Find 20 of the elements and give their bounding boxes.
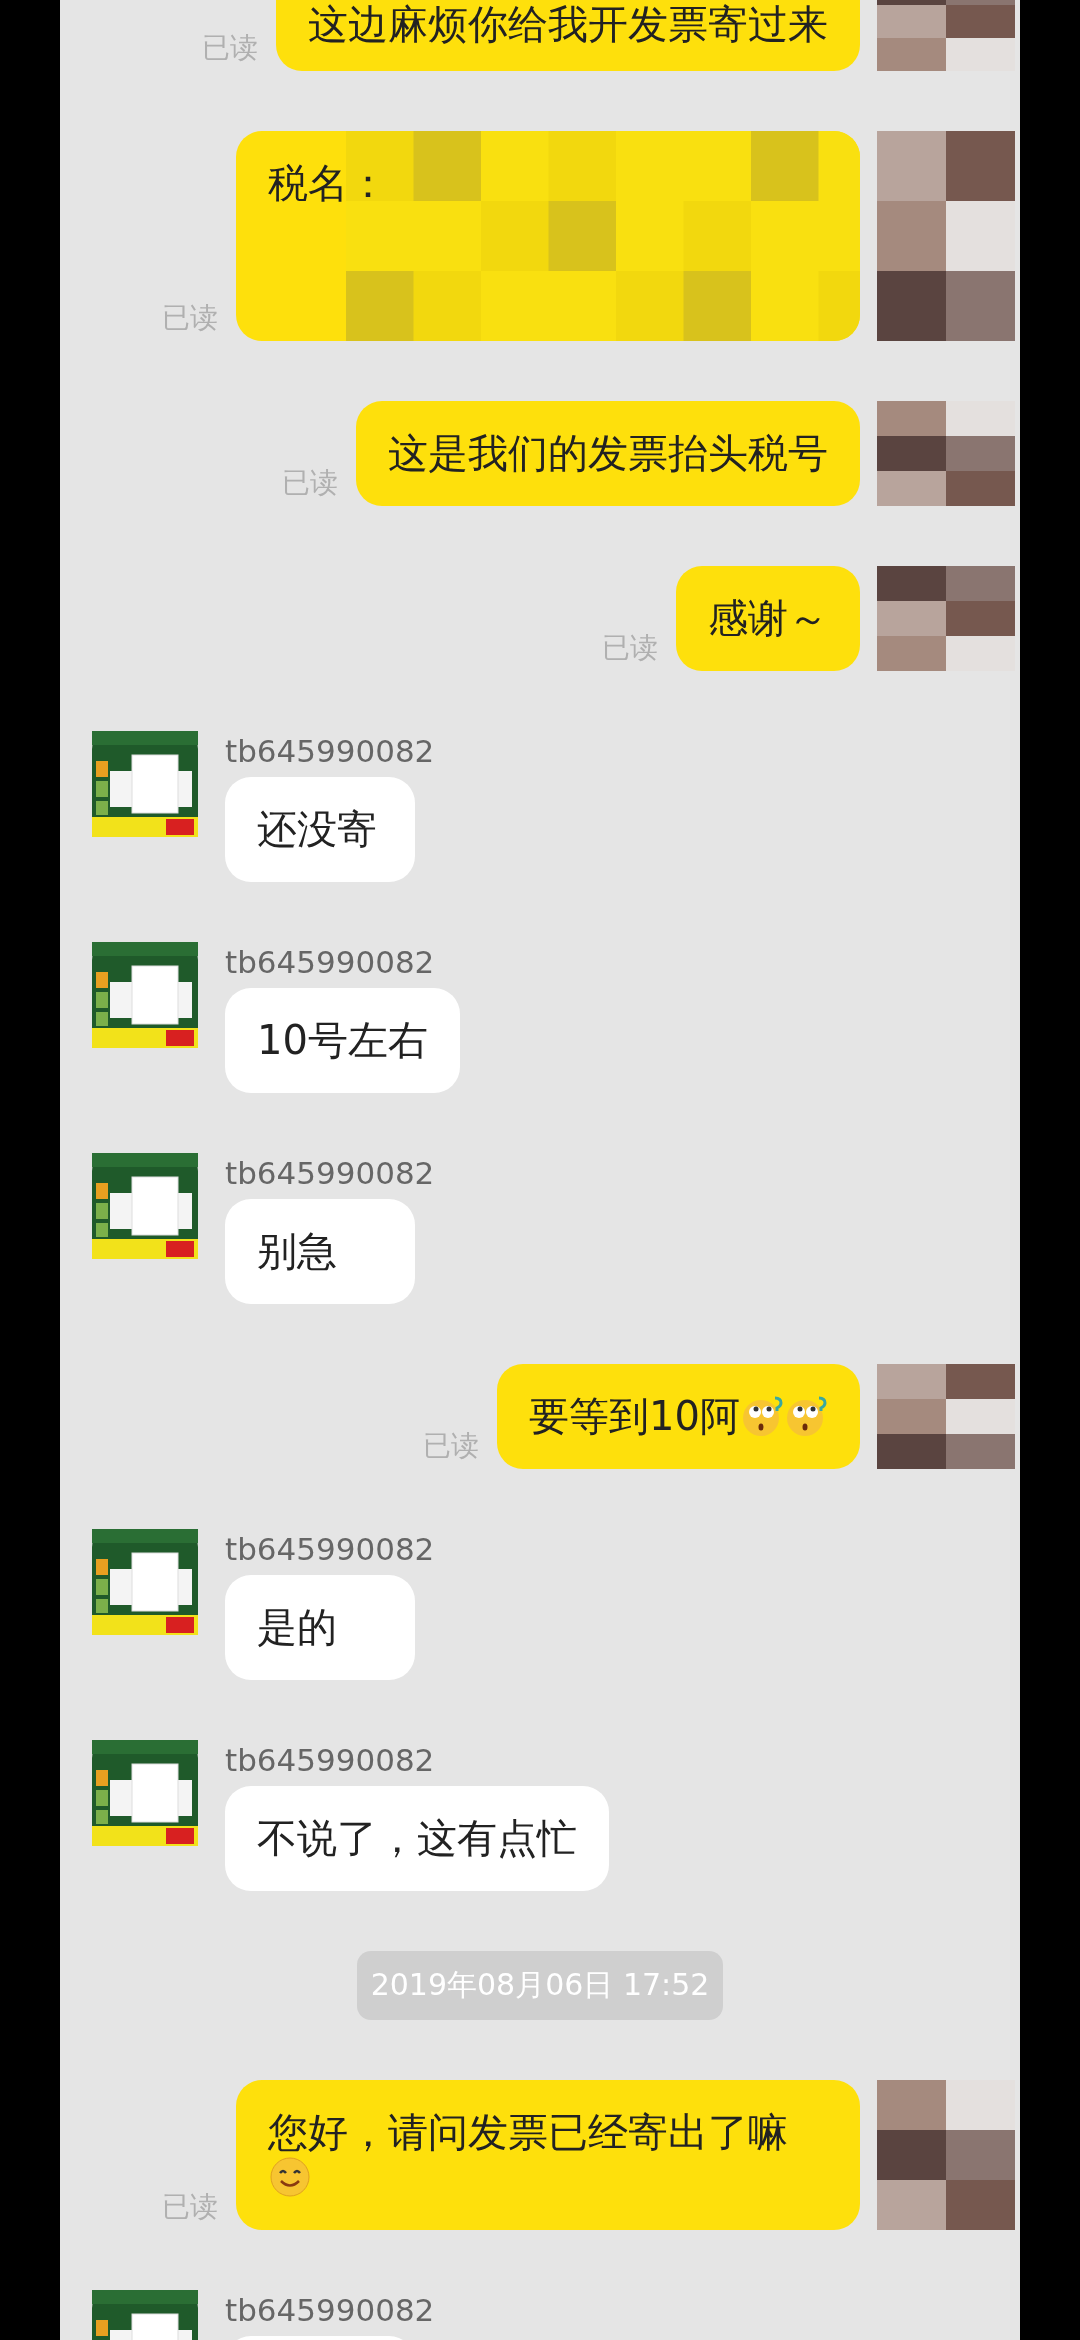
puzzled-face-icon (784, 1394, 828, 1438)
puzzled-face-icon (740, 1394, 784, 1438)
message-text: 这边麻烦你给我开发票寄过来 (308, 2, 828, 47)
message-text: 感谢～ (708, 596, 828, 641)
sender-name: tb645990082 (225, 1741, 435, 1780)
message-text: 要等到10阿 (529, 1394, 828, 1439)
message-text: 您好，请问发票已经寄出了嘛 (268, 2110, 828, 2200)
smiley-icon (268, 2155, 312, 2199)
message-text: 别急 (257, 1229, 338, 1274)
message-text: 是的 (257, 1605, 338, 1650)
sender-name: tb645990082 (225, 943, 435, 982)
message-text: 这是我们的发票抬头税号 (388, 431, 828, 476)
message-text: 不说了，这有点忙 (257, 1816, 577, 1861)
sender-name: tb645990082 (225, 2291, 435, 2330)
sender-name: tb645990082 (225, 1530, 435, 1569)
sender-name: tb645990082 (225, 732, 435, 771)
message-text: 还没寄 (257, 807, 378, 852)
message-text: 税名： (268, 161, 389, 206)
message-text: 10号左右 (257, 1018, 428, 1063)
sender-name: tb645990082 (225, 1154, 435, 1193)
